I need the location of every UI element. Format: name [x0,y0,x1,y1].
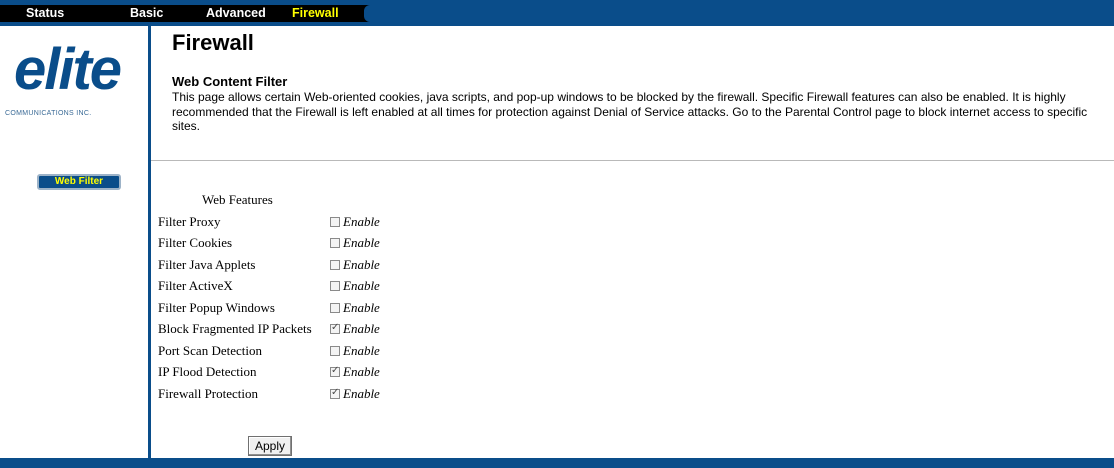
tab-status[interactable]: Status [26,5,64,22]
enable-label: Enable [343,278,380,293]
web-features-header: Web Features [202,192,273,207]
feature-row-block-fragmented-ip-packets: Block Fragmented IP Packets Enable [158,321,398,342]
feature-label: IP Flood Detection [158,364,257,379]
feature-row-filter-cookies: Filter Cookies Enable [158,235,398,256]
feature-label: Firewall Protection [158,386,259,401]
port-scan-detection-checkbox[interactable] [330,346,340,356]
section-title: Web Content Filter [172,74,288,89]
enable-label: Enable [343,321,380,336]
feature-label: Filter Popup Windows [158,300,275,315]
logo-subtitle: COMMUNICATIONS INC. [5,110,92,117]
filter-cookies-checkbox[interactable] [330,238,340,248]
filter-activex-checkbox[interactable] [330,281,340,291]
enable-label: Enable [343,235,380,250]
divider [151,160,1114,161]
tab-firewall[interactable]: Firewall [292,5,339,22]
enable-label: Enable [343,386,380,401]
feature-row-filter-proxy: Filter Proxy Enable [158,214,398,235]
left-divider [148,26,151,458]
tab-advanced[interactable]: Advanced [206,5,266,22]
enable-label: Enable [343,257,380,272]
sidebar-item-web-filter[interactable]: Web Filter [37,174,121,190]
tab-strip-end [364,5,370,22]
tab-basic[interactable]: Basic [130,5,163,22]
firewall-protection-checkbox[interactable] [330,387,340,399]
top-nav-bar: Status Basic Advanced Firewall [0,0,1114,26]
feature-row-firewall-protection: Firewall Protection Enable [158,386,398,407]
enable-label: Enable [343,343,380,358]
enable-label: Enable [343,300,380,315]
feature-label: Filter Proxy [158,214,221,229]
tab-strip: Status Basic Advanced Firewall [0,5,370,22]
feature-row-ip-flood-detection: IP Flood Detection Enable [158,364,398,385]
apply-button[interactable]: Apply [248,436,292,456]
section-description: This page allows certain Web-oriented co… [172,90,1088,133]
page-title: Firewall [172,30,254,55]
feature-label: Filter ActiveX [158,278,233,293]
feature-row-filter-activex: Filter ActiveX Enable [158,278,398,299]
feature-row-filter-popup-windows: Filter Popup Windows Enable [158,300,398,321]
feature-label: Port Scan Detection [158,343,262,358]
feature-label: Filter Java Applets [158,257,256,272]
bottom-bar [0,458,1114,468]
filter-popup-windows-checkbox[interactable] [330,303,340,313]
feature-row-filter-java-applets: Filter Java Applets Enable [158,257,398,278]
feature-label: Filter Cookies [158,235,233,250]
feature-label: Block Fragmented IP Packets [158,321,312,336]
logo: elite [14,37,122,102]
filter-java-applets-checkbox[interactable] [330,260,340,270]
enable-label: Enable [343,214,380,229]
block-fragmented-ip-packets-checkbox[interactable] [330,322,340,334]
filter-proxy-checkbox[interactable] [330,217,340,227]
feature-row-port-scan-detection: Port Scan Detection Enable [158,343,398,364]
enable-label: Enable [343,364,380,379]
ip-flood-detection-checkbox[interactable] [330,365,340,377]
